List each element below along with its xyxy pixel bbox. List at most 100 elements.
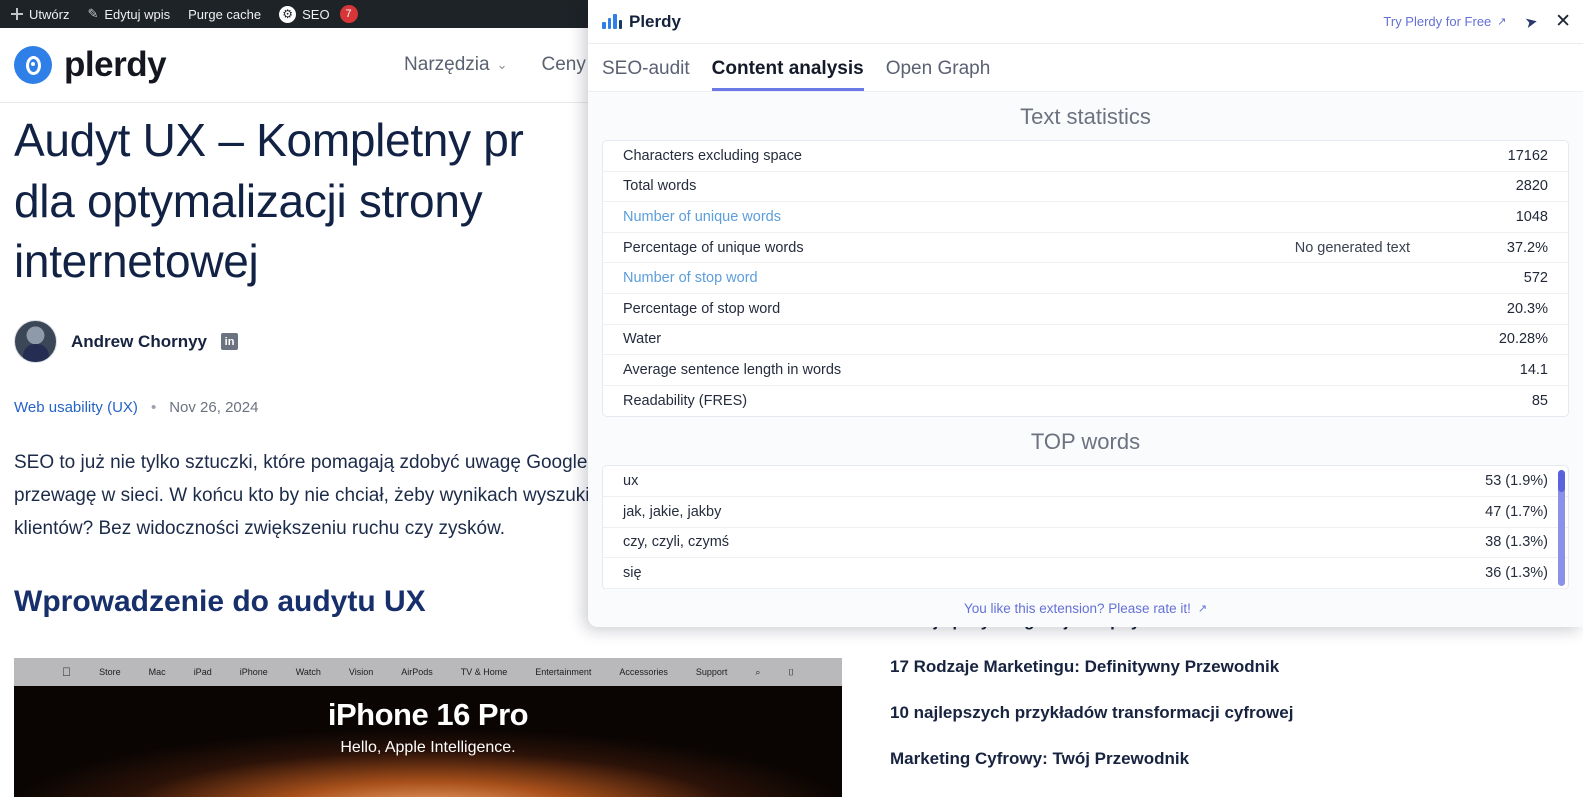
table-row[interactable]: Percentage of unique words No generated …	[603, 233, 1568, 264]
panel-header-actions: Try Plerdy for Free ↗ ➤ ✕	[1383, 11, 1571, 32]
bar-chart-icon	[602, 14, 622, 29]
related-link[interactable]: 10 najlepszych przykładów transformacji …	[890, 702, 1360, 724]
table-row[interactable]: Total words 2820	[603, 172, 1568, 203]
panel-header: Plerdy Try Plerdy for Free ↗ ➤ ✕	[588, 0, 1583, 44]
category-link[interactable]: Web usability (UX)	[14, 399, 138, 416]
close-icon[interactable]: ✕	[1555, 12, 1571, 31]
apple-nav-item: Watch	[291, 667, 321, 677]
pencil-icon: ✎	[87, 6, 99, 21]
stat-note: No generated text	[1294, 239, 1410, 256]
list-item[interactable]: czy, czyli, czymś 38 (1.3%)	[603, 528, 1568, 559]
stat-value: 572	[1523, 270, 1548, 287]
adminbar-item-purge-cache[interactable]: Purge cache	[179, 0, 270, 28]
site-brand-text: plerdy	[64, 45, 167, 84]
avatar	[14, 320, 57, 364]
table-row[interactable]: Number of stop word 572	[603, 263, 1568, 294]
panel-tabs: SEO-audit Content analysis Open Graph	[588, 44, 1583, 92]
apple-nav-item: iPhone	[235, 667, 268, 677]
linkedin-icon[interactable]: in	[221, 333, 239, 351]
adminbar-item-label: SEO	[302, 6, 330, 22]
adminbar-item-seo[interactable]: ⚙ SEO 7	[270, 0, 366, 28]
table-row[interactable]: Number of unique words 1048	[603, 202, 1568, 233]
stat-label: Total words	[623, 178, 697, 195]
stat-value: 37.2%	[1506, 239, 1548, 256]
tab-open-graph[interactable]: Open Graph	[886, 58, 991, 91]
apple-nav-item: iPad	[189, 667, 212, 677]
apple-logo-icon: 	[62, 665, 71, 679]
stat-value: 20.3%	[1506, 300, 1548, 317]
table-row[interactable]: Water 20.28%	[603, 325, 1568, 356]
word-value: 36 (1.3%)	[1485, 564, 1548, 581]
site-logo[interactable]: plerdy	[14, 45, 167, 85]
apple-nav:  Store Mac iPad iPhone Watch Vision Air…	[14, 658, 842, 686]
apple-nav-item: Mac	[144, 667, 166, 677]
apple-nav-item: Entertainment	[530, 667, 591, 677]
stat-value: 1048	[1515, 208, 1548, 225]
tab-content-analysis[interactable]: Content analysis	[711, 58, 864, 91]
table-row[interactable]: Average sentence length in words 14.1	[603, 355, 1568, 386]
main-nav: Narzędzia ⌄ Ceny	[404, 54, 586, 76]
adminbar-item-label: Utwórz	[29, 6, 70, 22]
stat-label: Characters excluding space	[623, 147, 802, 164]
apple-nav-item: Vision	[344, 667, 373, 677]
tab-seo-audit[interactable]: SEO-audit	[602, 58, 690, 91]
adminbar-item-label: Purge cache	[188, 6, 262, 22]
apple-hero-title: iPhone 16 Pro	[327, 697, 529, 732]
plerdy-logo: Plerdy	[602, 12, 681, 32]
adminbar-item-create[interactable]: Utwórz	[2, 0, 78, 28]
plus-icon	[11, 8, 23, 20]
meta-separator: •	[150, 399, 157, 417]
rate-extension-link[interactable]: You like this extension? Please rate it!	[964, 601, 1191, 616]
try-plerdy-free-label: Try Plerdy for Free	[1383, 14, 1492, 29]
stat-label: Percentage of stop word	[623, 300, 781, 317]
seo-badge-count: 7	[339, 5, 358, 23]
nav-item-label: Ceny	[541, 54, 586, 75]
adminbar-item-label: Edytuj wpis	[104, 6, 171, 22]
list-item[interactable]: jak, jakie, jakby 47 (1.7%)	[603, 497, 1568, 528]
table-row[interactable]: Readability (FRES) 85	[603, 386, 1568, 417]
stat-label[interactable]: Number of unique words	[623, 209, 781, 225]
bag-icon: ⌷	[783, 666, 793, 677]
nav-item-label: Narzędzia	[404, 54, 490, 75]
related-link[interactable]: Marketing Cyfrowy: Twój Przewodnik	[890, 748, 1360, 770]
word-value: 38 (1.3%)	[1485, 534, 1548, 551]
top-words-table: ux 53 (1.9%) jak, jakie, jakby 47 (1.7%)…	[602, 465, 1569, 589]
word-value: 53 (1.9%)	[1485, 473, 1548, 490]
related-link[interactable]: 17 Rodzaje Marketingu: Definitywny Przew…	[890, 656, 1360, 678]
apple-hero-body: iPhone 16 Pro Hello, Apple Intelligence.	[14, 686, 842, 797]
word-label: się	[623, 564, 642, 581]
stat-label[interactable]: Number of stop word	[623, 270, 758, 286]
plerdy-logo-text: Plerdy	[629, 11, 681, 31]
stat-value: 17162	[1507, 147, 1548, 164]
apple-nav-item: AirPods	[396, 667, 433, 677]
apple-nav-item: Store	[94, 667, 121, 677]
external-link-icon: ↗	[1197, 602, 1208, 615]
apple-nav-item: TV & Home	[456, 667, 508, 677]
top-words-scrollbar[interactable]	[1558, 470, 1565, 587]
nav-item-ceny[interactable]: Ceny	[542, 54, 586, 76]
panel-footer: You like this extension? Please rate it!…	[588, 589, 1583, 627]
apple-hero-image:  Store Mac iPad iPhone Watch Vision Air…	[14, 658, 842, 797]
word-label: czy, czyli, czymś	[623, 534, 730, 551]
stat-value: 20.28%	[1498, 331, 1548, 348]
cursor-pointer-icon[interactable]: ➤	[1523, 11, 1539, 31]
text-statistics-title: Text statistics	[1020, 104, 1151, 129]
top-words-title: TOP words	[1030, 429, 1141, 455]
stat-label: Readability (FRES)	[623, 393, 748, 410]
external-link-icon: ↗	[1497, 16, 1507, 28]
table-row[interactable]: Percentage of stop word 20.3%	[603, 294, 1568, 325]
screen: Audyt UX – Kompletny pr dla optymalizacj…	[0, 0, 1583, 797]
try-plerdy-free-link[interactable]: Try Plerdy for Free ↗	[1383, 14, 1506, 29]
gear-icon: ⚙	[279, 5, 297, 23]
word-label: ux	[623, 473, 639, 490]
adminbar-item-edit-post[interactable]: ✎ Edytuj wpis	[78, 0, 179, 28]
apple-nav-item: Accessories	[614, 667, 668, 677]
post-date: Nov 26, 2024	[169, 399, 259, 417]
stat-value: 85	[1531, 393, 1548, 410]
stat-value: 14.1	[1519, 361, 1548, 378]
table-row[interactable]: Characters excluding space 17162	[603, 141, 1568, 172]
nav-item-narzedzia[interactable]: Narzędzia ⌄	[404, 54, 507, 76]
list-item[interactable]: się 36 (1.3%)	[603, 558, 1568, 589]
author-name: Andrew Chornyy	[71, 331, 208, 351]
list-item[interactable]: ux 53 (1.9%)	[603, 466, 1568, 497]
